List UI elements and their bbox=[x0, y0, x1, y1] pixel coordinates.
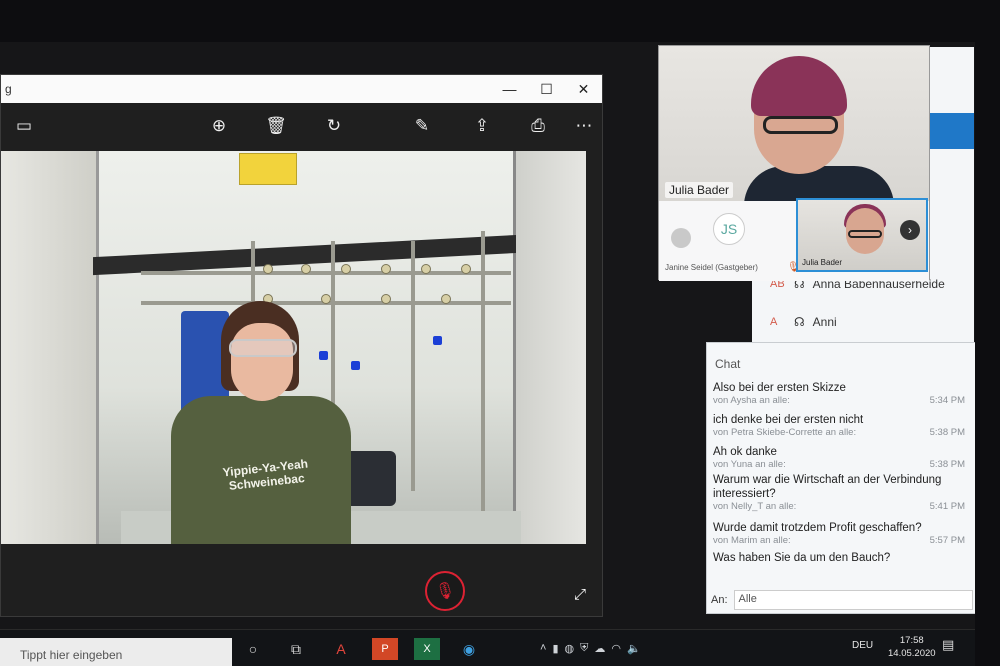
clock[interactable]: 17:58 14.05.2020 bbox=[888, 634, 936, 660]
viewer-title: g bbox=[5, 82, 12, 96]
chat-title: Chat bbox=[715, 357, 741, 371]
chat-message: Also bei der ersten Skizze von Aysha an … bbox=[713, 382, 965, 406]
slideshow-icon[interactable]: ▭ bbox=[11, 113, 37, 139]
chevron-up-icon[interactable]: ˄ bbox=[540, 642, 546, 654]
desktop-screen: g — ☐ ✕ ▭ ⊕ 🗑 ↻ ✎ ⇪ ⎙ ⋯ Yippie-Ya-Yeah S… bbox=[0, 42, 975, 642]
language-indicator[interactable]: DEU bbox=[852, 640, 873, 651]
shield-icon[interactable]: ⛨ bbox=[580, 642, 588, 655]
chat-message: Warum war die Wirtschaft an der Verbindu… bbox=[713, 474, 965, 512]
chat-message: Was haben Sie da um den Bauch? bbox=[713, 552, 891, 564]
task-view-icon[interactable]: ⧉ bbox=[283, 638, 309, 660]
notification-icon[interactable]: ▤ bbox=[942, 637, 954, 653]
mute-toggle-button[interactable]: 🎙 bbox=[425, 571, 465, 611]
self-view-video[interactable]: Julia Bader › bbox=[796, 198, 928, 272]
wifi-icon[interactable]: ◠ bbox=[611, 642, 621, 655]
close-button[interactable]: ✕ bbox=[565, 75, 602, 103]
acrobat-icon[interactable]: A bbox=[328, 638, 354, 660]
chat-message: Ah ok danke von Yuna an alle: 5:38 PM bbox=[713, 446, 965, 470]
photos-viewer-window: g — ☐ ✕ ▭ ⊕ 🗑 ↻ ✎ ⇪ ⎙ ⋯ Yippie-Ya-Yeah S… bbox=[0, 74, 603, 617]
recipient-select[interactable]: Alle bbox=[733, 590, 973, 610]
speaker-name: Julia Bader bbox=[665, 182, 734, 198]
viewer-titlebar: g — ☐ ✕ bbox=[1, 75, 602, 103]
avatar bbox=[671, 228, 691, 248]
headset-icon: ☊ bbox=[794, 315, 805, 329]
warning-sign bbox=[239, 153, 297, 185]
print-icon[interactable]: ⎙ bbox=[525, 113, 551, 139]
viewer-toolbar: ▭ ⊕ 🗑 ↻ ✎ ⇪ ⎙ ⋯ bbox=[1, 103, 602, 149]
speaker-video: Julia Bader bbox=[659, 46, 929, 201]
windows-taskbar: Tippt hier eingeben ○ ⧉ A P X ◉ ˄ ▮ ◍ ⛨ … bbox=[0, 629, 975, 666]
video-call-panel: Julia Bader JS Janine Seidel (Gastgeber)… bbox=[658, 45, 930, 281]
cloud-icon[interactable]: ☁ bbox=[594, 642, 605, 655]
person-face bbox=[231, 323, 293, 401]
to-label: An: bbox=[711, 594, 728, 606]
chat-panel: Chat Also bei der ersten Skizze von Aysh… bbox=[706, 342, 975, 614]
app-icon[interactable]: ◉ bbox=[456, 638, 482, 660]
chat-message: ich denke bei der ersten nicht von Petra… bbox=[713, 414, 965, 438]
self-view-label: Julia Bader bbox=[802, 258, 843, 267]
participant-tiles: JS Janine Seidel (Gastgeber) 🎙 Julia Bad… bbox=[659, 198, 929, 281]
avatar: JS bbox=[713, 213, 745, 245]
edit-icon[interactable]: ✎ bbox=[409, 113, 435, 139]
more-icon[interactable]: ⋯ bbox=[571, 113, 597, 139]
fullscreen-icon[interactable]: ⤢ bbox=[574, 586, 586, 603]
chat-recipient-row: An: Alle bbox=[711, 589, 973, 611]
participant-item[interactable]: A ☊ Anni bbox=[770, 315, 837, 329]
share-icon[interactable]: ⇪ bbox=[469, 113, 495, 139]
maximize-button[interactable]: ☐ bbox=[528, 75, 565, 103]
powerpoint-icon[interactable]: P bbox=[372, 638, 398, 660]
rotate-icon[interactable]: ↻ bbox=[321, 113, 347, 139]
speaker-icon[interactable]: 🔈 bbox=[627, 642, 641, 655]
network-icon[interactable]: ◍ bbox=[565, 642, 575, 655]
usb-icon[interactable]: ▮ bbox=[552, 642, 558, 655]
chat-message: Wurde damit trotzdem Profit geschaffen? … bbox=[713, 522, 965, 546]
delete-icon[interactable]: 🗑 bbox=[263, 113, 289, 139]
chevron-right-icon[interactable]: › bbox=[900, 220, 920, 240]
excel-icon[interactable]: X bbox=[414, 638, 440, 660]
mic-off-icon: 🎙 bbox=[434, 583, 456, 600]
zoom-in-icon[interactable]: ⊕ bbox=[206, 113, 232, 139]
cortana-icon[interactable]: ○ bbox=[240, 638, 266, 660]
minimize-button[interactable]: — bbox=[491, 75, 528, 103]
system-tray: ˄ ▮ ◍ ⛨ ☁ ◠ 🔈 bbox=[540, 634, 641, 662]
host-label: Janine Seidel (Gastgeber) bbox=[665, 263, 758, 272]
taskbar-search-input[interactable]: Tippt hier eingeben bbox=[0, 638, 232, 666]
safety-goggles bbox=[229, 339, 297, 357]
lab-photo: Yippie-Ya-Yeah Schweinebac bbox=[1, 151, 586, 544]
